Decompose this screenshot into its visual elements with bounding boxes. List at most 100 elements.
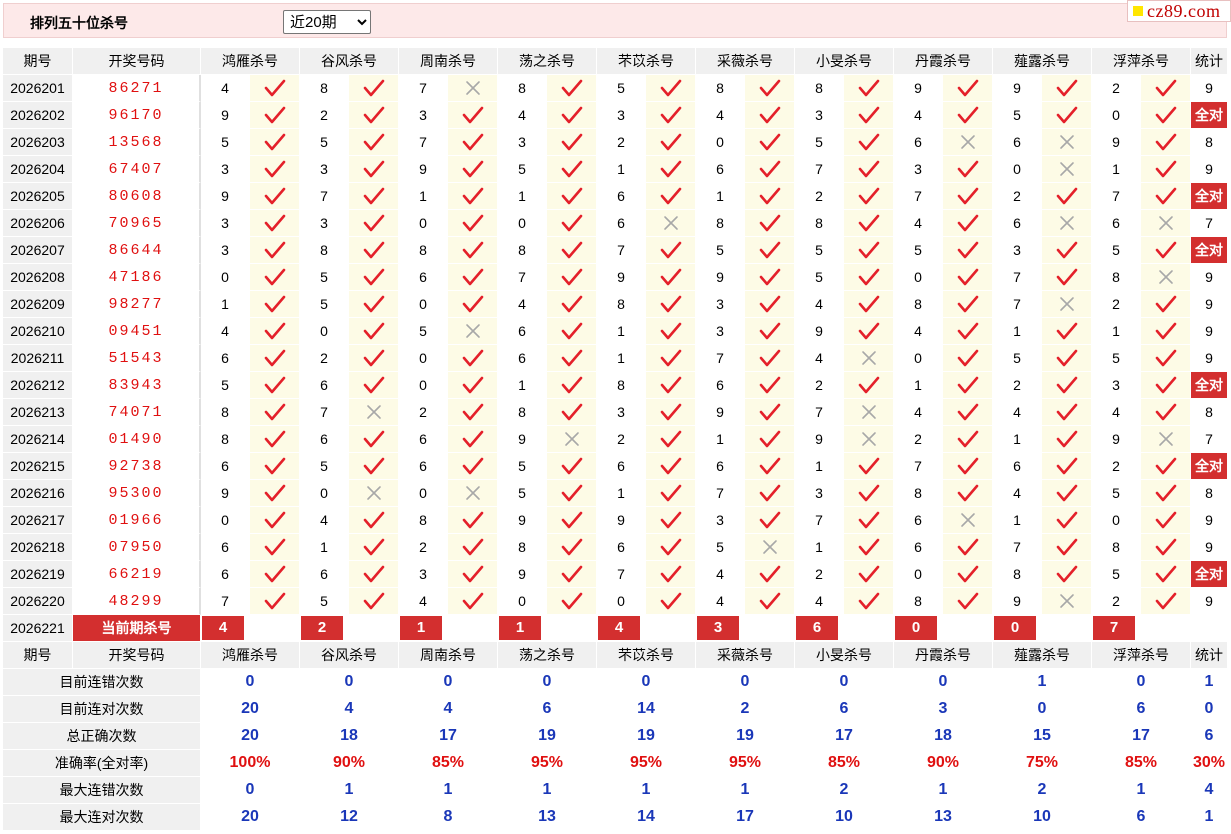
check-icon: [264, 295, 285, 313]
kill-value-cell: 6: [894, 534, 943, 561]
result-mark-cell: [943, 453, 993, 480]
site-logo[interactable]: cz89.com: [1127, 0, 1231, 22]
check-icon: [759, 79, 780, 97]
issue-cell: 2026216: [3, 480, 73, 507]
check-icon: [1056, 538, 1077, 556]
header-expert: 周南杀号: [399, 642, 498, 669]
kill-value-cell: 5: [1092, 237, 1141, 264]
result-mark-cell: [448, 183, 498, 210]
draw-number-cell: 66219: [73, 561, 201, 588]
check-icon: [1056, 322, 1077, 340]
kill-value-cell: 5: [498, 480, 547, 507]
kill-value-cell: 8: [597, 291, 646, 318]
result-mark-cell: [844, 237, 894, 264]
stats-value: 1: [993, 669, 1092, 696]
kill-value-cell: 0: [894, 345, 943, 372]
result-mark-cell: [1042, 318, 1092, 345]
kill-value-cell: 1: [696, 426, 745, 453]
result-mark-cell: [943, 102, 993, 129]
check-icon: [1155, 160, 1176, 178]
draw-number-cell: 83943: [73, 372, 201, 399]
kill-value-cell: 7: [894, 183, 943, 210]
check-icon: [1056, 106, 1077, 124]
stats-value: 20: [201, 696, 300, 723]
result-mark-cell: [250, 588, 300, 615]
total-cell: 8: [1191, 480, 1228, 507]
result-mark-cell: [250, 480, 300, 507]
kill-value-cell: 7: [894, 453, 943, 480]
check-icon: [759, 565, 780, 583]
check-icon: [858, 79, 879, 97]
kill-value-cell: 9: [795, 318, 844, 345]
total-cell: 9: [1191, 264, 1228, 291]
stats-value: 6: [1092, 804, 1191, 831]
draw-number-cell: 80608: [73, 183, 201, 210]
header-expert: 采薇杀号: [696, 642, 795, 669]
stats-row: 准确率(全对率) 100% 90% 85% 95% 95% 95% 85% 90% 75% 85% 3…: [3, 750, 1228, 777]
result-mark-cell: [844, 156, 894, 183]
result-mark-cell: [1141, 75, 1191, 102]
check-icon: [1155, 79, 1176, 97]
result-mark-cell: [844, 534, 894, 561]
kill-value-cell: 3: [399, 102, 448, 129]
stats-value: 0: [300, 669, 399, 696]
table-row: 2026213 74071 8 7 2 8 3 9 7 4 4 4 8: [3, 399, 1228, 426]
check-icon: [957, 403, 978, 421]
result-mark-cell: [943, 345, 993, 372]
check-icon: [264, 511, 285, 529]
table-row: 2026209 98277 1 5 0 4 8 3 4 8 7 2 9: [3, 291, 1228, 318]
current-kill-badge: 4: [598, 616, 640, 640]
cross-icon: [1059, 135, 1074, 149]
check-icon: [264, 592, 285, 610]
result-mark-cell: [250, 561, 300, 588]
kill-value-cell: 0: [399, 372, 448, 399]
result-mark-cell: [448, 534, 498, 561]
check-icon: [660, 484, 681, 502]
kill-value-cell: 8: [894, 588, 943, 615]
header-expert: 浮萍杀号: [1092, 48, 1191, 75]
result-mark-cell: [349, 588, 399, 615]
result-mark-cell: [1141, 507, 1191, 534]
kill-value-cell: 9: [597, 507, 646, 534]
cross-icon: [1059, 162, 1074, 176]
check-icon: [1056, 268, 1077, 286]
stats-total: 4: [1191, 777, 1228, 804]
current-kill-badge: 4: [202, 616, 244, 640]
result-mark-cell: [1141, 561, 1191, 588]
check-icon: [264, 538, 285, 556]
kill-value-cell: 4: [795, 345, 844, 372]
stats-value: 15: [993, 723, 1092, 750]
stats-value: 4: [399, 696, 498, 723]
stats-value: 85%: [1092, 750, 1191, 777]
stats-value: 1: [300, 777, 399, 804]
check-icon: [759, 376, 780, 394]
kill-value-cell: 7: [201, 588, 250, 615]
result-mark-cell: [745, 102, 795, 129]
result-mark-cell: [745, 561, 795, 588]
result-mark-cell: [349, 291, 399, 318]
stats-value: 75%: [993, 750, 1092, 777]
kill-value-cell: 9: [201, 480, 250, 507]
kill-value-cell: 8: [696, 75, 745, 102]
kill-value-cell: 7: [993, 291, 1042, 318]
kill-value-cell: 8: [399, 507, 448, 534]
result-mark-cell: [448, 102, 498, 129]
kill-value-cell: 4: [1092, 399, 1141, 426]
check-icon: [561, 484, 582, 502]
kill-value-cell: 5: [498, 453, 547, 480]
result-mark-cell: [646, 291, 696, 318]
kill-value-cell: 8: [498, 237, 547, 264]
kill-value-cell: 5: [1092, 561, 1141, 588]
result-mark-cell: [547, 264, 597, 291]
check-icon: [957, 79, 978, 97]
result-mark-cell: [547, 75, 597, 102]
result-mark-cell: [547, 561, 597, 588]
result-mark-cell: [1042, 453, 1092, 480]
kill-value-cell: 8: [894, 291, 943, 318]
period-select[interactable]: 近20期: [283, 10, 371, 34]
check-icon: [759, 430, 780, 448]
check-icon: [858, 376, 879, 394]
result-mark-cell: [943, 237, 993, 264]
check-icon: [1155, 349, 1176, 367]
table-row: 2026211 51543 6 2 0 6 1 7 4 0 5 5 9: [3, 345, 1228, 372]
